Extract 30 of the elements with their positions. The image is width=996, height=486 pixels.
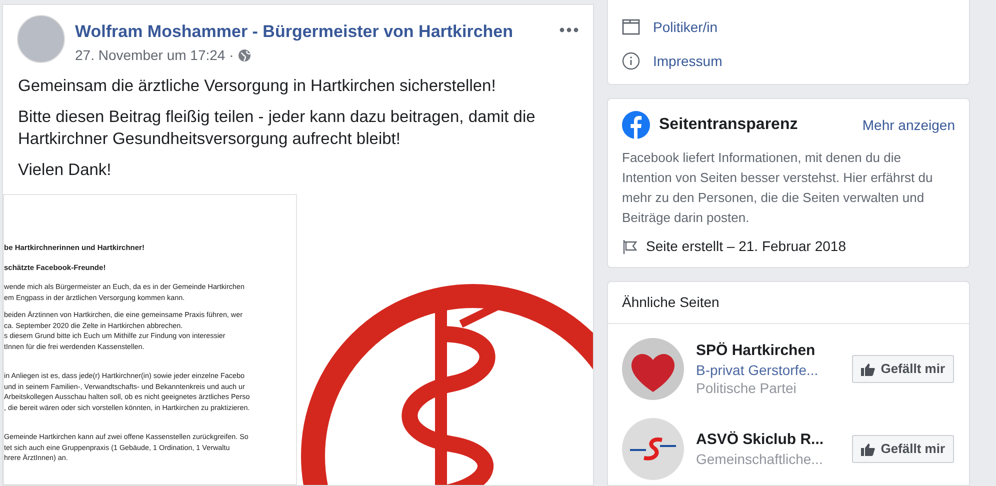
thumbs-up-icon — [860, 442, 875, 456]
post-text: Vielen Dank! — [18, 160, 112, 181]
about-link[interactable]: Impressum — [653, 50, 722, 72]
like-button[interactable]: Gefällt mir — [852, 355, 954, 383]
page-name-link[interactable]: ASVÖ Skiclub R... — [696, 430, 836, 450]
thumbs-up-icon — [860, 362, 875, 376]
globe-icon — [238, 49, 251, 62]
post-text: Bitte diesen Beitrag fleißig teilen - jeder kann dazu beitragen, damit die Hartkirchner Gesundheitsversorgung aufrecht bleibt! — [18, 107, 536, 150]
facebook-logo-icon — [622, 111, 650, 139]
transparency-description: Facebook liefert Informationen, mit denen du die Intention von Seiten besser verstehst. Hier erfährst du mehr zu den Personen, die die Seiten verwalten und Beiträge darin posten. — [622, 149, 934, 227]
post-time[interactable]: 27. November um 17:24 · — [75, 45, 234, 66]
page-category: Politische Partei — [696, 379, 798, 397]
section-title: Seitentransparenz — [659, 115, 798, 135]
heart-logo-avatar — [622, 338, 684, 400]
section-title: Ähnliche Seiten — [622, 293, 720, 312]
page-created-date: Seite erstellt – 21. Februar 2018 — [646, 237, 846, 256]
page-category: Gemeinschaftliche... — [696, 450, 824, 468]
page-name-link[interactable]: SPÖ Hartkirchen — [696, 341, 836, 361]
about-link[interactable]: Politiker/in — [653, 16, 718, 38]
ski-club-logo-avatar — [622, 418, 684, 480]
like-button[interactable]: Gefällt mir — [852, 435, 954, 463]
avatar-photo-placeholder — [17, 15, 65, 63]
page-subtitle-link[interactable]: B-privat Gerstorfe... — [696, 361, 836, 379]
storefront-icon — [622, 19, 640, 35]
flag-icon — [622, 238, 638, 254]
show-more-link[interactable]: Mehr anzeigen — [862, 114, 955, 136]
post-text: Gemeinsam die ärztliche Versorgung in Hartkirchen sicherstellen! — [18, 76, 497, 97]
more-options-icon[interactable] — [559, 27, 579, 33]
author-link[interactable]: Wolfram Moshammer - Bürgermeister von Hartkirchen — [75, 21, 559, 43]
info-icon — [622, 52, 640, 70]
